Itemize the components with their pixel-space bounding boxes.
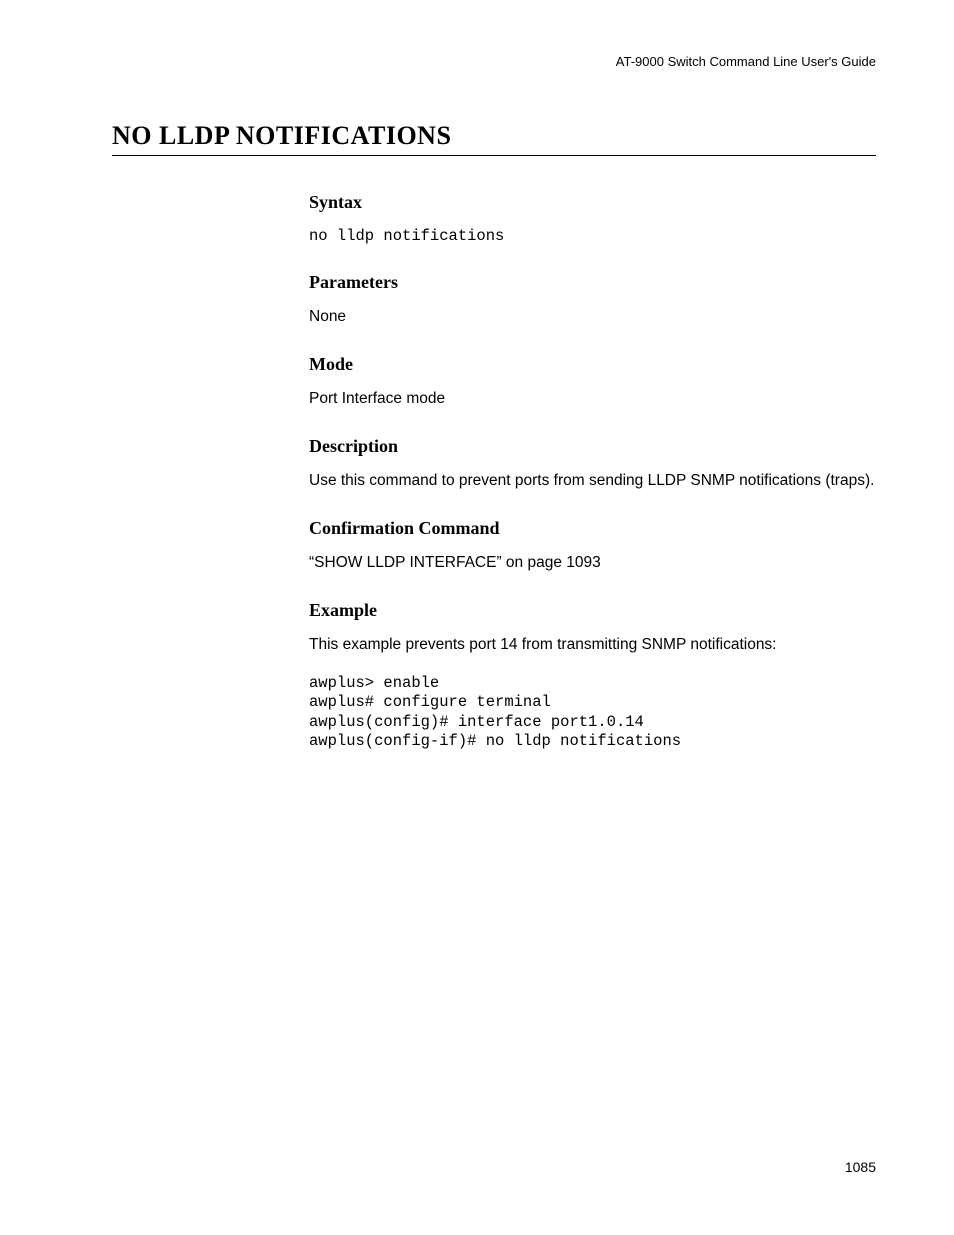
document-page: AT-9000 Switch Command Line User's Guide…: [0, 0, 954, 1235]
parameters-text: None: [309, 307, 876, 328]
page-title: NO LLDP NOTIFICATIONS: [112, 121, 876, 156]
running-header: AT-9000 Switch Command Line User's Guide: [112, 54, 876, 69]
content-area: Syntax no lldp notifications Parameters …: [309, 192, 876, 751]
heading-confirmation: Confirmation Command: [309, 518, 876, 539]
description-text: Use this command to prevent ports from s…: [309, 471, 876, 492]
page-number: 1085: [845, 1159, 876, 1175]
syntax-code: no lldp notifications: [309, 227, 876, 246]
heading-parameters: Parameters: [309, 272, 876, 293]
example-code: awplus> enable awplus# configure termina…: [309, 674, 876, 752]
heading-description: Description: [309, 436, 876, 457]
heading-syntax: Syntax: [309, 192, 876, 213]
mode-text: Port Interface mode: [309, 389, 876, 410]
example-intro: This example prevents port 14 from trans…: [309, 635, 876, 656]
heading-example: Example: [309, 600, 876, 621]
confirmation-text: “SHOW LLDP INTERFACE” on page 1093: [309, 553, 876, 574]
heading-mode: Mode: [309, 354, 876, 375]
